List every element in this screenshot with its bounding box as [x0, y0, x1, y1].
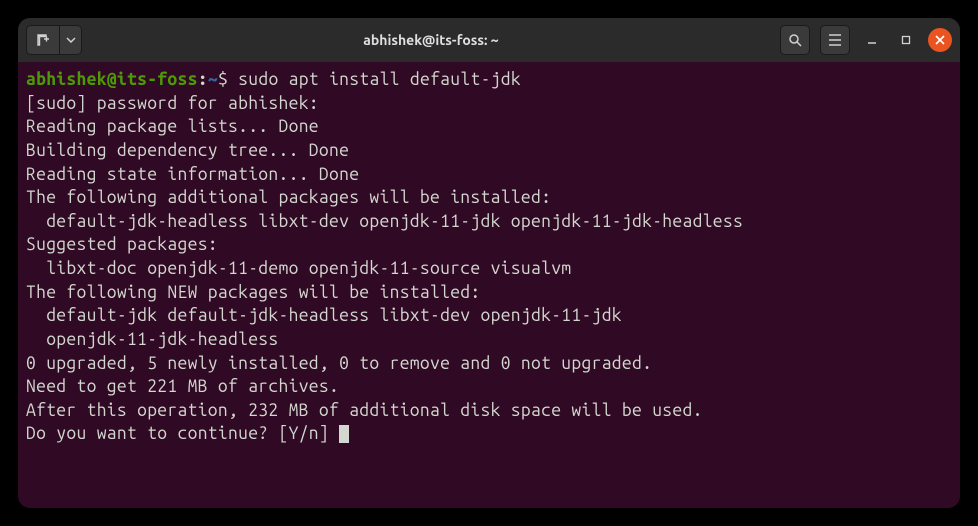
cursor [339, 425, 349, 443]
output-line: The following NEW packages will be insta… [26, 283, 481, 302]
output-line: openjdk-11-jdk-headless [26, 330, 279, 349]
prompt-colon: : [198, 70, 208, 89]
search-icon [788, 33, 802, 47]
prompt-path: ~ [208, 70, 218, 89]
close-button[interactable] [928, 28, 952, 52]
prompt-host: its-foss [117, 70, 198, 89]
maximize-button[interactable] [894, 28, 918, 52]
titlebar-left-controls [26, 25, 82, 55]
output-line: Reading package lists... Done [26, 117, 319, 136]
terminal-window: abhishek@its-foss: ~ abhishek@its-foss:~… [18, 18, 960, 508]
output-line: libxt-doc openjdk-11-demo openjdk-11-sou… [26, 259, 571, 278]
prompt-user: abhishek [26, 70, 107, 89]
output-line: Do you want to continue? [Y/n] [26, 424, 339, 443]
output-line: Need to get 221 MB of archives. [26, 377, 339, 396]
menu-button[interactable] [820, 25, 850, 55]
minimize-icon [866, 34, 878, 46]
search-button[interactable] [780, 25, 810, 55]
terminal-body[interactable]: abhishek@its-foss:~$ sudo apt install de… [18, 62, 960, 508]
output-line: default-jdk-headless libxt-dev openjdk-1… [26, 212, 743, 231]
close-icon [935, 35, 945, 45]
output-line: [sudo] password for abhishek: [26, 94, 329, 113]
output-line: The following additional packages will b… [26, 188, 551, 207]
output-line: default-jdk default-jdk-headless libxt-d… [26, 306, 622, 325]
prompt-at: @ [107, 70, 117, 89]
maximize-icon [900, 34, 912, 46]
chevron-down-icon [66, 37, 76, 43]
titlebar-right-controls [780, 25, 952, 55]
window-title: abhishek@its-foss: ~ [90, 32, 772, 48]
output-line: 0 upgraded, 5 newly installed, 0 to remo… [26, 354, 652, 373]
output-line: Suggested packages: [26, 235, 218, 254]
output-line: Reading state information... Done [26, 165, 359, 184]
tab-dropdown-button[interactable] [60, 25, 82, 55]
new-tab-icon [36, 33, 50, 47]
command-text: sudo apt install default-jdk [238, 70, 521, 89]
output-line: Building dependency tree... Done [26, 141, 349, 160]
new-tab-button[interactable] [26, 25, 60, 55]
output-line: After this operation, 232 MB of addition… [26, 401, 703, 420]
hamburger-icon [828, 34, 842, 46]
prompt-dollar: $ [218, 70, 228, 89]
titlebar: abhishek@its-foss: ~ [18, 18, 960, 62]
minimize-button[interactable] [860, 28, 884, 52]
